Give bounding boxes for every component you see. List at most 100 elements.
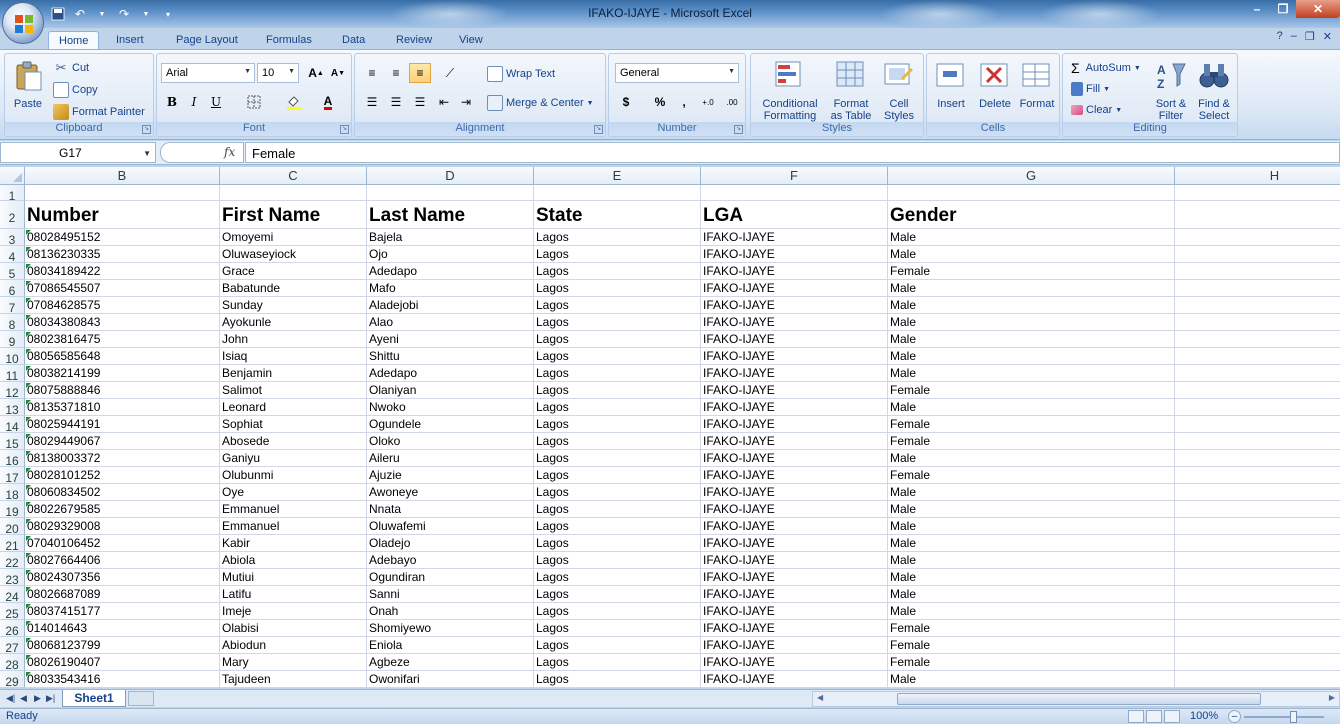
table-cell[interactable]: IFAKO-IJAYE: [701, 621, 888, 635]
fill-color-icon[interactable]: [283, 92, 305, 112]
table-cell[interactable]: Oye: [220, 485, 367, 499]
header-cell[interactable]: Gender: [888, 205, 1175, 227]
table-cell[interactable]: 08034189422: [25, 264, 220, 278]
row-header[interactable]: 28: [0, 654, 25, 672]
row-header[interactable]: 27: [0, 637, 25, 655]
table-cell[interactable]: Lagos: [534, 315, 701, 329]
table-cell[interactable]: Adebayo: [367, 553, 534, 567]
row-header[interactable]: 26: [0, 620, 25, 638]
clear-button[interactable]: Clear ▼: [1071, 104, 1122, 116]
table-cell[interactable]: Alao: [367, 315, 534, 329]
table-cell[interactable]: 08056585648: [25, 349, 220, 363]
delete-cells-button[interactable]: Delete: [973, 56, 1017, 122]
cut-button[interactable]: ✂ Cut: [53, 60, 90, 76]
find-select-button[interactable]: Find & Select: [1193, 56, 1235, 122]
table-cell[interactable]: Male: [888, 587, 1175, 601]
format-cells-button[interactable]: Format: [1015, 56, 1059, 122]
table-cell[interactable]: Ayeni: [367, 332, 534, 346]
table-cell[interactable]: 08025944191: [25, 417, 220, 431]
column-header-e[interactable]: E: [534, 167, 701, 185]
table-cell[interactable]: Female: [888, 383, 1175, 397]
align-center-icon[interactable]: ☰: [385, 92, 407, 112]
comma-button[interactable]: ,: [673, 92, 695, 112]
cell-styles-button[interactable]: Cell Styles: [877, 56, 921, 122]
table-cell[interactable]: Lagos: [534, 638, 701, 652]
table-cell[interactable]: Female: [888, 434, 1175, 448]
restore-icon[interactable]: ❐: [1270, 0, 1296, 18]
table-cell[interactable]: IFAKO-IJAYE: [701, 519, 888, 533]
page-layout-view-icon[interactable]: [1146, 710, 1162, 723]
alignment-launcher-icon[interactable]: ↘: [594, 125, 603, 134]
table-cell[interactable]: Male: [888, 366, 1175, 380]
sheet-tab-sheet1[interactable]: Sheet1: [62, 690, 126, 707]
table-cell[interactable]: IFAKO-IJAYE: [701, 349, 888, 363]
table-cell[interactable]: Male: [888, 604, 1175, 618]
table-cell[interactable]: Adedapo: [367, 264, 534, 278]
table-cell[interactable]: Sophiat: [220, 417, 367, 431]
table-cell[interactable]: IFAKO-IJAYE: [701, 417, 888, 431]
table-cell[interactable]: Lagos: [534, 383, 701, 397]
table-cell[interactable]: Lagos: [534, 570, 701, 584]
row-header[interactable]: 6: [0, 280, 25, 298]
table-cell[interactable]: IFAKO-IJAYE: [701, 672, 888, 686]
horizontal-scrollbar[interactable]: ◀ ▶: [812, 691, 1340, 707]
tab-formulas[interactable]: Formulas: [256, 31, 322, 50]
table-cell[interactable]: IFAKO-IJAYE: [701, 298, 888, 312]
column-header-c[interactable]: C: [220, 167, 367, 185]
worksheet-grid[interactable]: BCDEFGH 1 2 3 4 5 6 7 8 9 10 11 12 13 14 15 16 17 18 19 20 2…: [0, 167, 1340, 688]
header-cell[interactable]: First Name: [220, 205, 367, 227]
table-cell[interactable]: Mary: [220, 655, 367, 669]
first-sheet-icon[interactable]: ◀|: [6, 693, 15, 704]
table-cell[interactable]: Nwoko: [367, 400, 534, 414]
table-cell[interactable]: 07086545507: [25, 281, 220, 295]
help-icon[interactable]: ?: [1277, 30, 1283, 43]
clipboard-launcher-icon[interactable]: ↘: [142, 125, 151, 134]
ribbon-minimize-icon[interactable]: –: [1291, 30, 1297, 43]
table-cell[interactable]: Lagos: [534, 298, 701, 312]
table-cell[interactable]: Emmanuel: [220, 519, 367, 533]
table-cell[interactable]: Lagos: [534, 485, 701, 499]
table-cell[interactable]: 08037415177: [25, 604, 220, 618]
merge-center-button[interactable]: Merge & Center ▼: [487, 95, 594, 111]
tab-insert[interactable]: Insert: [106, 31, 154, 50]
row-header[interactable]: 21: [0, 535, 25, 553]
align-right-icon[interactable]: ☰: [409, 92, 431, 112]
table-cell[interactable]: 08033543416: [25, 672, 220, 686]
format-painter-button[interactable]: Format Painter: [53, 104, 145, 120]
shrink-font-icon[interactable]: A ▼: [327, 63, 349, 83]
table-cell[interactable]: Grace: [220, 264, 367, 278]
table-cell[interactable]: 08034380843: [25, 315, 220, 329]
table-cell[interactable]: Abosede: [220, 434, 367, 448]
tab-home[interactable]: Home: [48, 31, 100, 50]
table-cell[interactable]: Ayokunle: [220, 315, 367, 329]
minimize-icon[interactable]: –: [1244, 0, 1270, 18]
font-size-select[interactable]: 10 ▼: [257, 63, 299, 83]
table-cell[interactable]: Female: [888, 655, 1175, 669]
table-cell[interactable]: Shittu: [367, 349, 534, 363]
increase-indent-icon[interactable]: ⇥: [455, 92, 477, 112]
header-cell[interactable]: Number: [25, 205, 220, 227]
percent-button[interactable]: %: [649, 92, 671, 112]
table-cell[interactable]: 07084628575: [25, 298, 220, 312]
table-cell[interactable]: 08038214199: [25, 366, 220, 380]
table-cell[interactable]: IFAKO-IJAYE: [701, 604, 888, 618]
table-cell[interactable]: 07040106452: [25, 536, 220, 550]
table-cell[interactable]: Male: [888, 570, 1175, 584]
table-cell[interactable]: IFAKO-IJAYE: [701, 366, 888, 380]
table-cell[interactable]: 08136230335: [25, 247, 220, 261]
table-cell[interactable]: Mafo: [367, 281, 534, 295]
table-cell[interactable]: IFAKO-IJAYE: [701, 247, 888, 261]
row-header[interactable]: 11: [0, 365, 25, 383]
grow-font-icon[interactable]: A ▲: [305, 63, 327, 83]
row-header[interactable]: 4: [0, 246, 25, 264]
table-cell[interactable]: IFAKO-IJAYE: [701, 502, 888, 516]
table-cell[interactable]: 08060834502: [25, 485, 220, 499]
table-cell[interactable]: Male: [888, 536, 1175, 550]
table-cell[interactable]: Male: [888, 519, 1175, 533]
table-cell[interactable]: IFAKO-IJAYE: [701, 400, 888, 414]
table-cell[interactable]: IFAKO-IJAYE: [701, 264, 888, 278]
row-header[interactable]: 3: [0, 229, 25, 247]
header-cell[interactable]: Last Name: [367, 205, 534, 227]
table-cell[interactable]: Female: [888, 621, 1175, 635]
column-header-b[interactable]: B: [25, 167, 220, 185]
